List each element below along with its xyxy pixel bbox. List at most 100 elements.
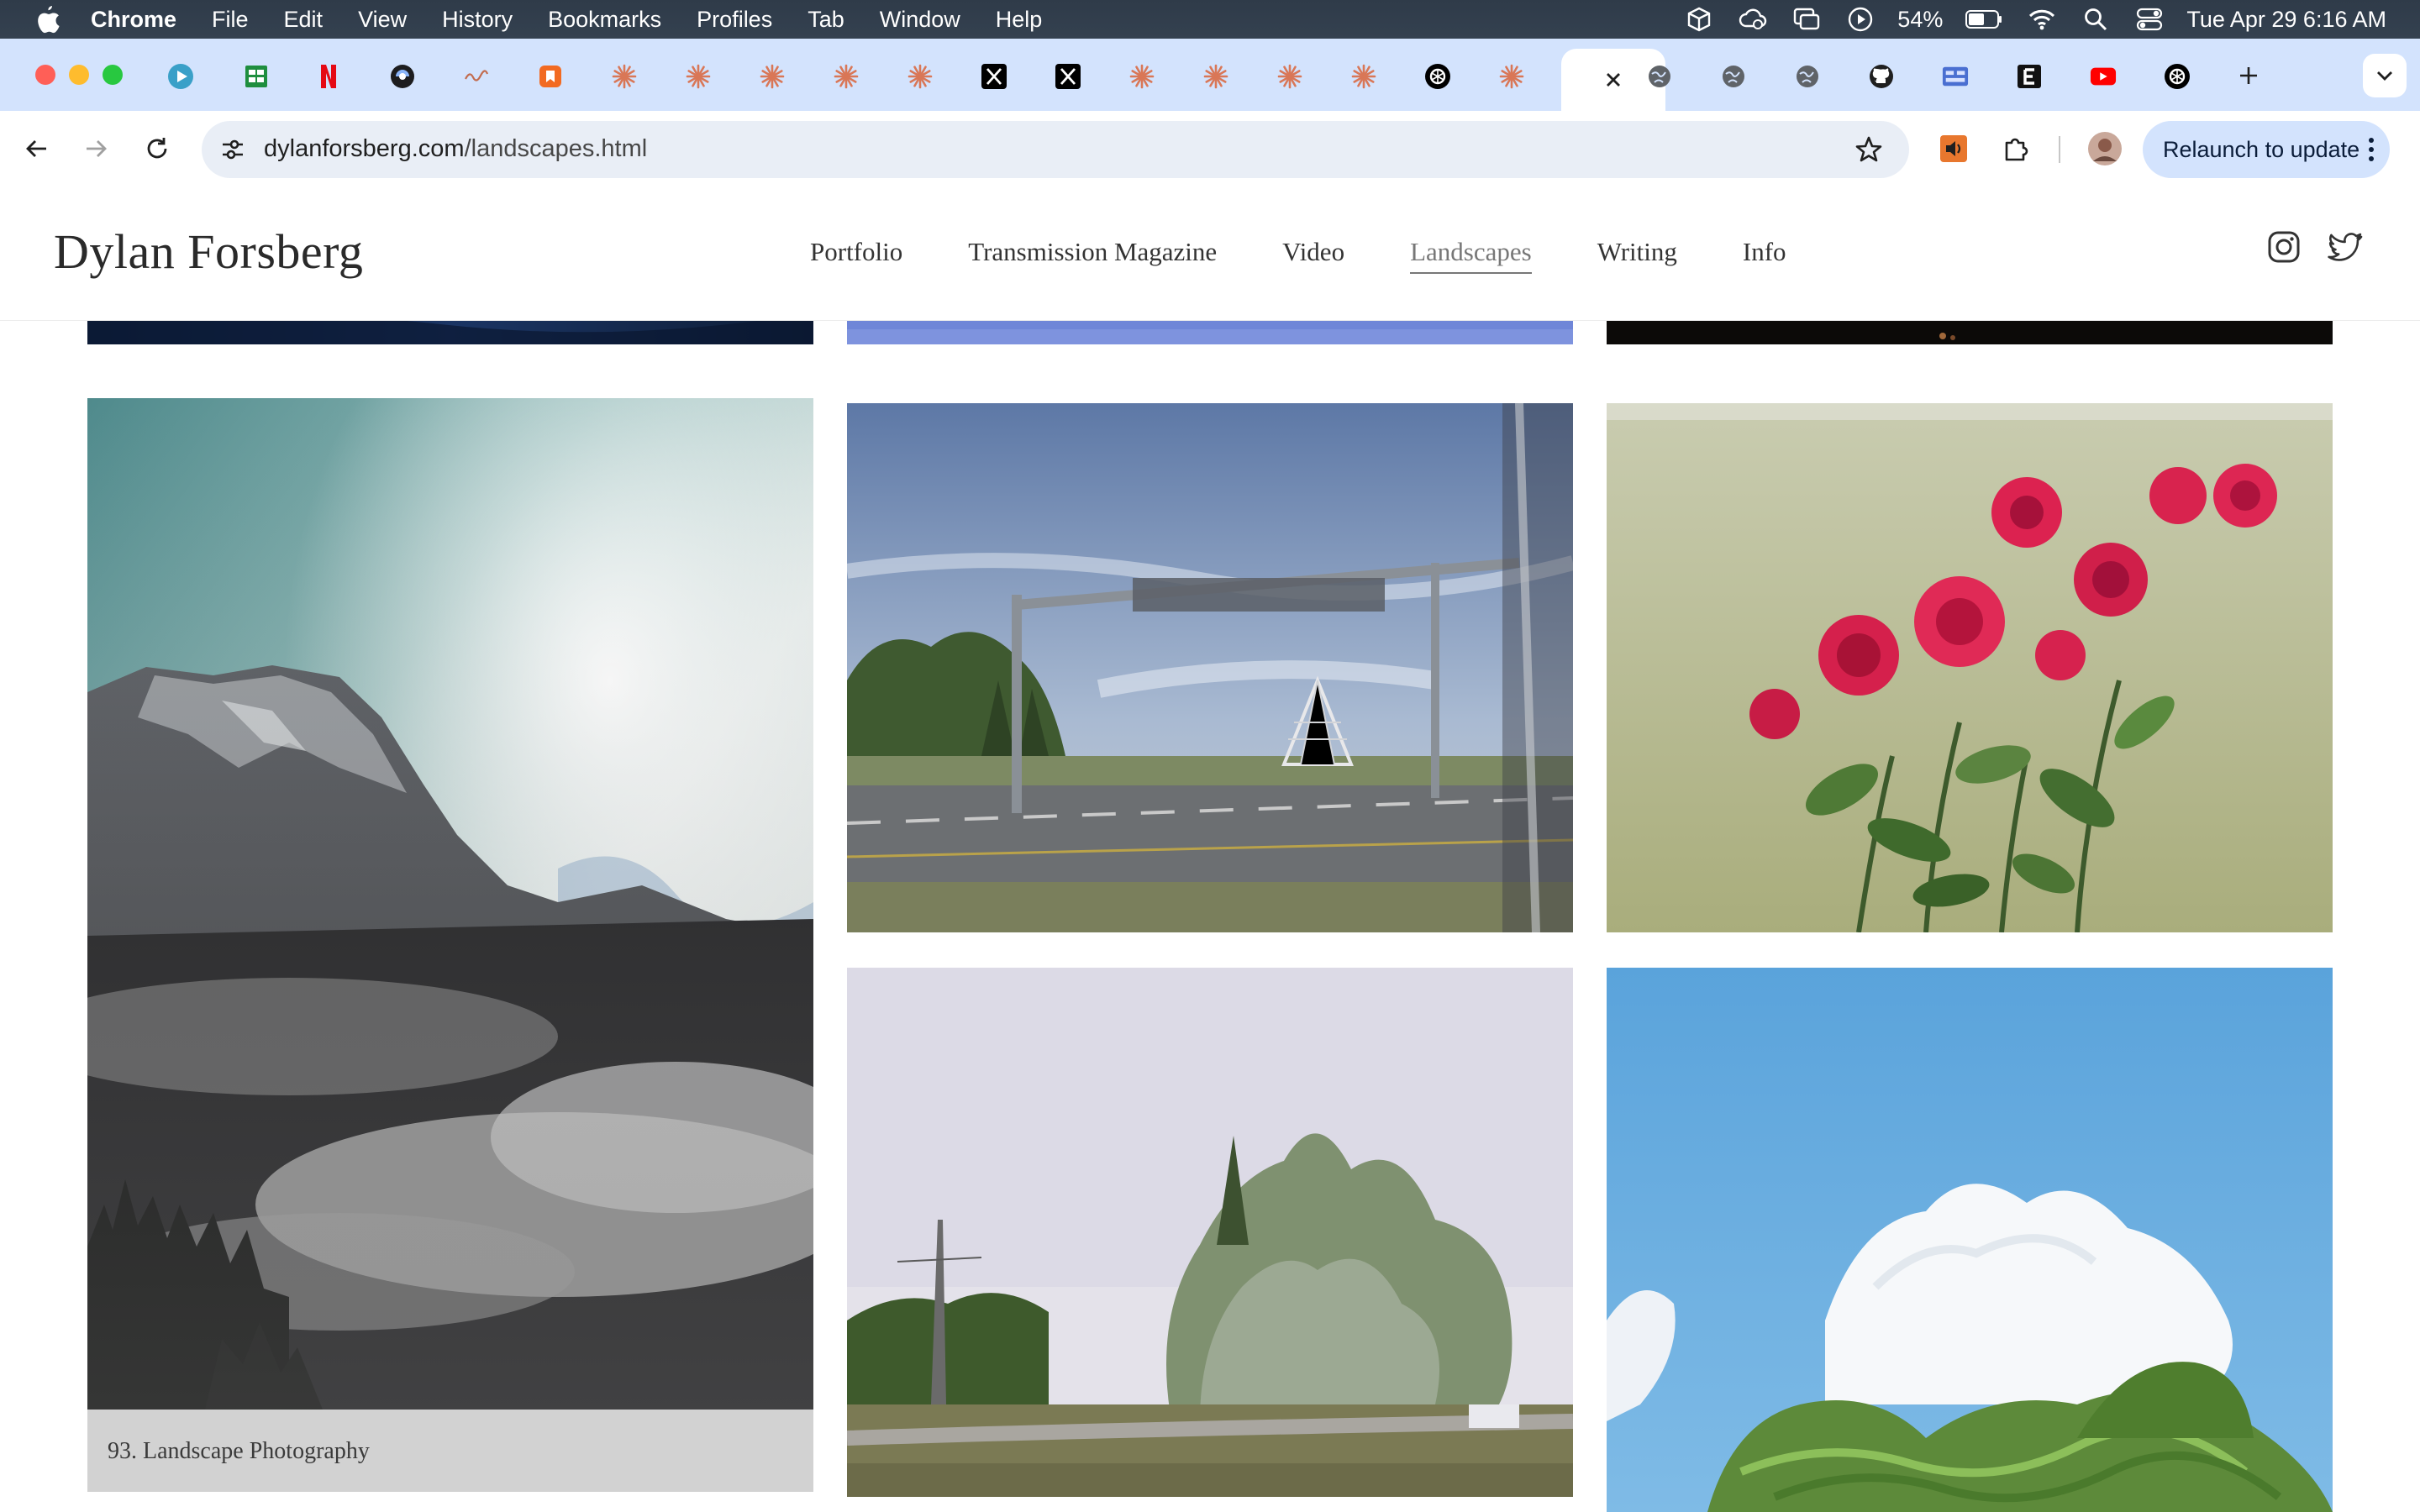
browser-toolbar: dylanforsberg.com/landscapes.html Relaun…: [0, 111, 2420, 186]
menu-view[interactable]: View: [358, 7, 407, 33]
nav-transmission-magazine[interactable]: Transmission Magazine: [968, 237, 1217, 274]
tab-26[interactable]: [1993, 47, 2065, 106]
tab-23[interactable]: [1771, 47, 1844, 106]
url-text[interactable]: dylanforsberg.com/landscapes.html: [264, 135, 647, 163]
tab-search-button[interactable]: [2363, 54, 2407, 97]
globe-icon: [1646, 63, 1673, 90]
twitter-icon[interactable]: [2328, 228, 2365, 265]
screen-mirroring-icon[interactable]: [1791, 4, 1822, 34]
tab-4[interactable]: [366, 47, 439, 106]
menu-file[interactable]: File: [212, 7, 249, 33]
tab-27[interactable]: [2067, 47, 2139, 106]
tab-24[interactable]: [1845, 47, 1918, 106]
tab-25[interactable]: [1919, 47, 1991, 106]
menu-profiles[interactable]: Profiles: [697, 7, 772, 33]
instagram-icon[interactable]: [2265, 228, 2302, 265]
menu-bookmarks[interactable]: Bookmarks: [548, 7, 661, 33]
openai-icon: [2164, 63, 2191, 90]
bookmark-star-icon[interactable]: [1852, 133, 1886, 166]
nav-portfolio[interactable]: Portfolio: [810, 237, 902, 274]
now-playing-icon[interactable]: [1845, 4, 1876, 34]
x-icon: [1055, 63, 1081, 90]
tab-12[interactable]: [958, 47, 1030, 106]
apple-menu-icon[interactable]: [34, 5, 60, 34]
tab-1[interactable]: [145, 47, 217, 106]
youtube-icon: [2090, 63, 2117, 90]
url-domain: dylanforsberg.com: [264, 135, 465, 162]
tab-21[interactable]: [1623, 47, 1696, 106]
nav-landscapes[interactable]: Landscapes: [1410, 237, 1532, 274]
clock-datetime[interactable]: Tue Apr 29 6:16 AM: [2186, 7, 2386, 33]
tab-9[interactable]: [736, 47, 808, 106]
tab-2[interactable]: [220, 47, 292, 106]
menu-help[interactable]: Help: [996, 7, 1043, 33]
tab-7[interactable]: [588, 47, 660, 106]
control-center-icon[interactable]: [2134, 4, 2165, 34]
address-bar[interactable]: dylanforsberg.com/landscapes.html: [202, 121, 1909, 178]
site-title[interactable]: Dylan Forsberg: [54, 223, 363, 280]
tab-18[interactable]: [1402, 47, 1474, 106]
menu-chrome[interactable]: Chrome: [91, 7, 176, 33]
claude-icon: [1128, 63, 1155, 90]
gallery-photo-red-roses[interactable]: [1607, 403, 2333, 932]
web-page: 93. Landscape Photography Dylan Forsberg…: [0, 186, 2420, 1512]
tab-22[interactable]: [1697, 47, 1770, 106]
cube-icon[interactable]: [1684, 4, 1714, 34]
window-minimize-button[interactable]: [69, 65, 89, 85]
claude-icon: [907, 63, 934, 90]
tab-16[interactable]: [1254, 47, 1326, 106]
claude-icon: [759, 63, 786, 90]
tab-17[interactable]: [1328, 47, 1400, 106]
site-info-icon[interactable]: [213, 130, 252, 169]
sheets-icon: [243, 63, 270, 90]
gallery-photo-sky-clouds[interactable]: [1607, 968, 2333, 1512]
window-close-button[interactable]: [35, 65, 55, 85]
site-nav: Portfolio Transmission Magazine Video La…: [810, 237, 1852, 274]
cloud-sync-icon[interactable]: [1738, 4, 1768, 34]
tab-19[interactable]: [1476, 47, 1548, 106]
gallery-photo-highway-teepee[interactable]: [847, 403, 1573, 932]
new-tab-button[interactable]: [2232, 59, 2265, 92]
tab-8[interactable]: [662, 47, 734, 106]
claude-icon: [1498, 63, 1525, 90]
forward-button[interactable]: [77, 129, 116, 168]
nav-video[interactable]: Video: [1282, 237, 1344, 274]
menu-history[interactable]: History: [442, 7, 513, 33]
tab-14[interactable]: [1106, 47, 1178, 106]
extensions-puzzle-icon[interactable]: [1996, 129, 2035, 168]
netflix-icon: [315, 63, 342, 90]
photo-gallery: 93. Landscape Photography: [0, 186, 2420, 1512]
profile-avatar[interactable]: [2086, 129, 2124, 168]
more-menu-icon[interactable]: [2366, 136, 2376, 163]
tab-11[interactable]: [884, 47, 956, 106]
tab-6[interactable]: [514, 47, 587, 106]
menu-window[interactable]: Window: [880, 7, 960, 33]
window-maximize-button[interactable]: [103, 65, 123, 85]
grid-app-icon: [1942, 63, 1969, 90]
tab-15[interactable]: [1180, 47, 1252, 106]
audio-extension-icon[interactable]: [1934, 129, 1973, 168]
relaunch-to-update-button[interactable]: Relaunch to update: [2143, 121, 2390, 178]
gallery-photo-mountain-fog[interactable]: [87, 398, 813, 1410]
tab-5[interactable]: [440, 47, 513, 106]
claude-icon: [611, 63, 638, 90]
tab-28[interactable]: [2141, 47, 2213, 106]
tab-13[interactable]: [1032, 47, 1104, 106]
menu-edit[interactable]: Edit: [284, 7, 324, 33]
wifi-icon[interactable]: [2027, 4, 2057, 34]
nav-info[interactable]: Info: [1743, 237, 1786, 274]
nav-writing[interactable]: Writing: [1597, 237, 1677, 274]
url-path: /landscapes.html: [464, 135, 648, 162]
tab-10[interactable]: [810, 47, 882, 106]
macos-menu-bar: Chrome File Edit View History Bookmarks …: [0, 0, 2420, 39]
reload-button[interactable]: [138, 129, 176, 168]
openai-icon: [1424, 63, 1451, 90]
back-button[interactable]: [17, 129, 55, 168]
player-icon: [167, 63, 194, 90]
menu-tab[interactable]: Tab: [808, 7, 844, 33]
gallery-photo-blurred-tree[interactable]: [847, 968, 1573, 1497]
battery-icon[interactable]: [1965, 4, 2003, 34]
tab-3[interactable]: [292, 47, 365, 106]
spotlight-search-icon[interactable]: [2081, 4, 2111, 34]
claude-icon: [685, 63, 712, 90]
